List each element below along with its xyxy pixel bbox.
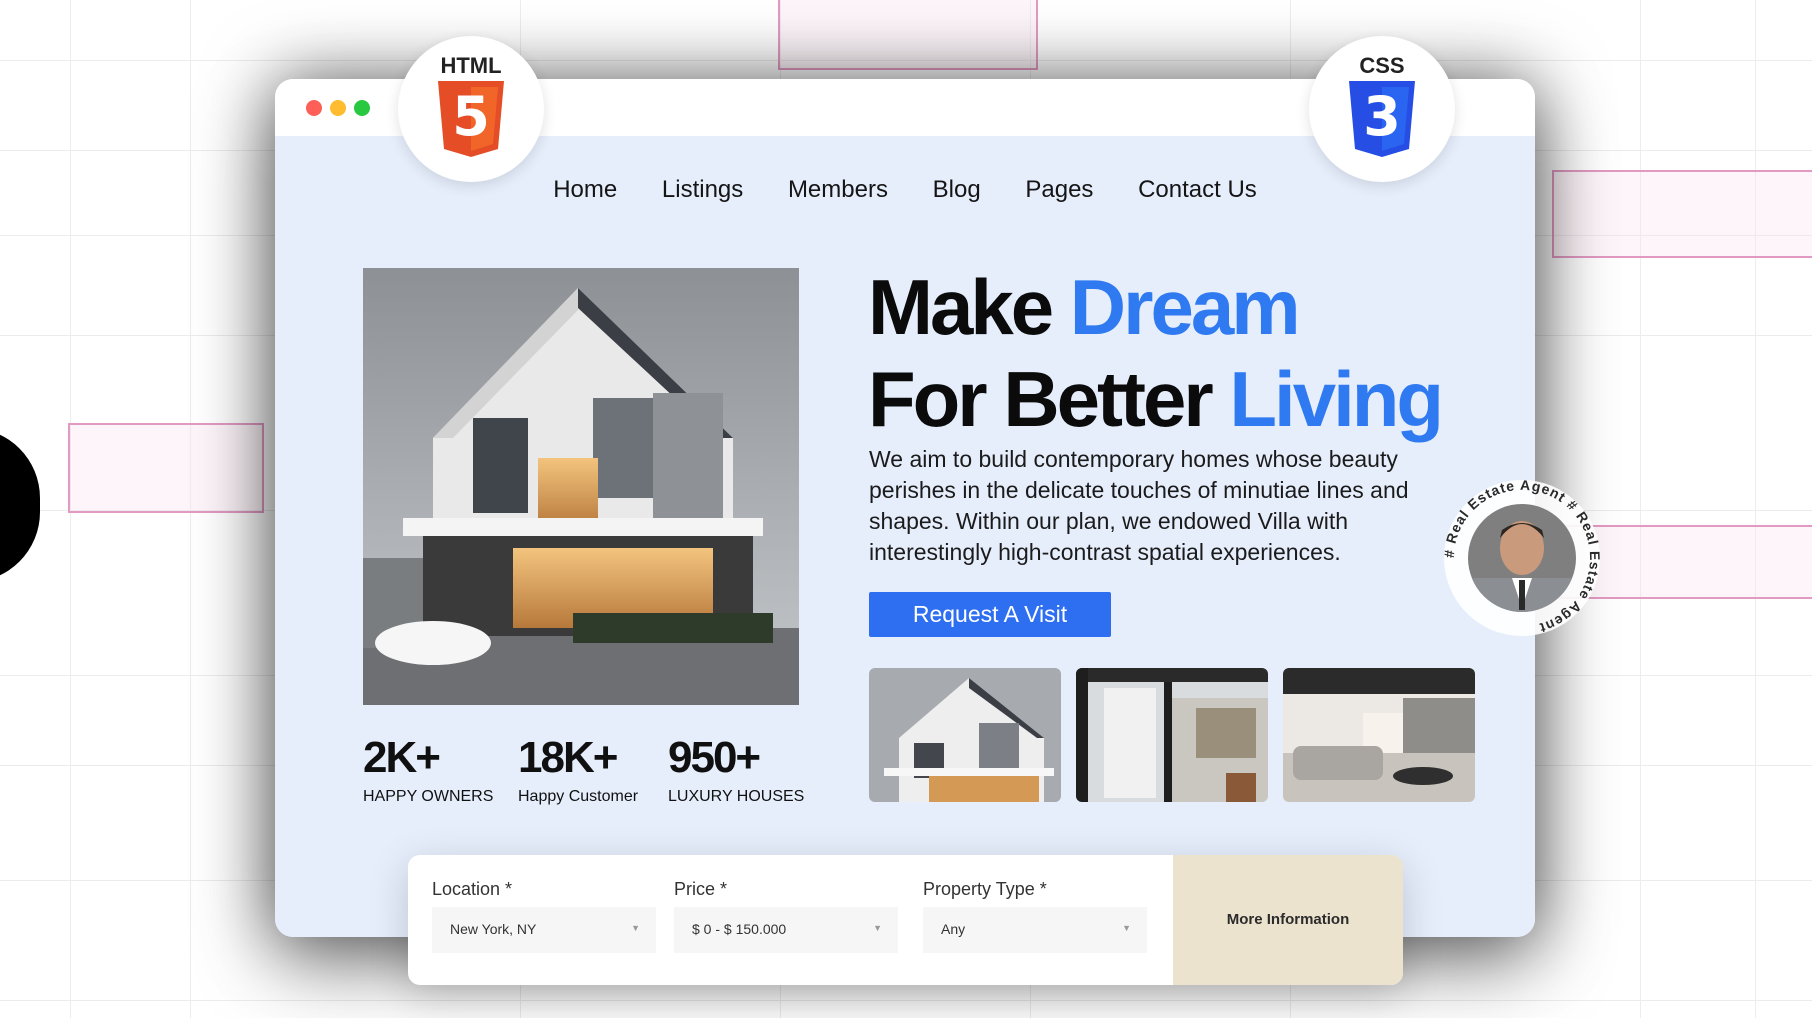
css3-badge: CSS 3 (1309, 36, 1455, 182)
nav-item-blog[interactable]: Blog (933, 176, 981, 204)
stat-customers: 18K+ Happy Customer (518, 736, 638, 806)
css-badge-label: CSS (1359, 53, 1405, 78)
nav-item-contact-us[interactable]: Contact Us (1138, 176, 1257, 204)
maximize-window-icon[interactable] (354, 100, 370, 116)
stat-owners: 2K+ HAPPY OWNERS (363, 736, 493, 806)
thumbnail-exterior[interactable] (869, 668, 1061, 802)
thumbnail-window-view[interactable] (1076, 668, 1268, 802)
stat-houses: 950+ LUXURY HOUSES (668, 736, 804, 806)
html5-number: 5 (452, 85, 490, 148)
html5-badge: HTML 5 (398, 36, 544, 182)
headline-dark-1: Make (868, 263, 1070, 351)
more-information-button[interactable]: More Information (1173, 855, 1403, 985)
stat-value: 950+ (668, 733, 761, 782)
property-search-bar: Location * New York, NY ▼ Price * $ 0 - … (408, 855, 1403, 985)
headline-dark-2: For Better (868, 355, 1230, 443)
css3-number: 3 (1363, 85, 1401, 148)
real-estate-agent-badge[interactable]: # Real Estate Agent # Real Estate Agent (1441, 477, 1602, 638)
request-visit-button[interactable]: Request A Visit (869, 592, 1111, 637)
chevron-down-icon: ▼ (873, 923, 882, 933)
stat-label: Happy Customer (518, 788, 639, 805)
property-type-label: Property Type * (923, 879, 1047, 899)
headline-accent-2: Living (1229, 355, 1444, 443)
stat-label: LUXURY HOUSES (668, 788, 805, 805)
stat-label: HAPPY OWNERS (363, 788, 494, 805)
decorative-blob (0, 428, 40, 582)
hero-description: We aim to build contemporary homes whose… (869, 446, 1409, 565)
nav-item-listings[interactable]: Listings (662, 176, 743, 204)
location-select[interactable]: New York, NY ▼ (432, 907, 656, 953)
html-badge-label: HTML (440, 53, 502, 78)
chevron-down-icon: ▼ (1122, 923, 1131, 933)
headline-accent-1: Dream (1069, 263, 1301, 351)
thumbnail-living-room[interactable] (1283, 668, 1475, 802)
stat-value: 18K+ (518, 733, 618, 782)
hero-house-image (363, 268, 799, 705)
property-type-select[interactable]: Any ▼ (923, 907, 1147, 953)
location-value: New York, NY (450, 921, 537, 937)
more-information-label: More Information (1226, 911, 1350, 928)
close-window-icon[interactable] (306, 100, 322, 116)
location-label: Location * (432, 879, 513, 899)
price-label: Price * (674, 879, 728, 899)
price-select[interactable]: $ 0 - $ 150.000 ▼ (674, 907, 898, 953)
hero-headline: Make Dream For Better Living (868, 261, 1444, 445)
chevron-down-icon: ▼ (631, 923, 640, 933)
nav-item-home[interactable]: Home (553, 176, 617, 204)
price-value: $ 0 - $ 150.000 (692, 921, 787, 937)
browser-window: Home Listings Members Blog Pages Contact… (275, 79, 1535, 937)
property-type-value: Any (941, 921, 966, 937)
page-content: Home Listings Members Blog Pages Contact… (275, 136, 1535, 937)
stat-value: 2K+ (363, 733, 441, 782)
nav-item-members[interactable]: Members (788, 176, 888, 204)
minimize-window-icon[interactable] (330, 100, 346, 116)
nav-item-pages[interactable]: Pages (1025, 176, 1093, 204)
